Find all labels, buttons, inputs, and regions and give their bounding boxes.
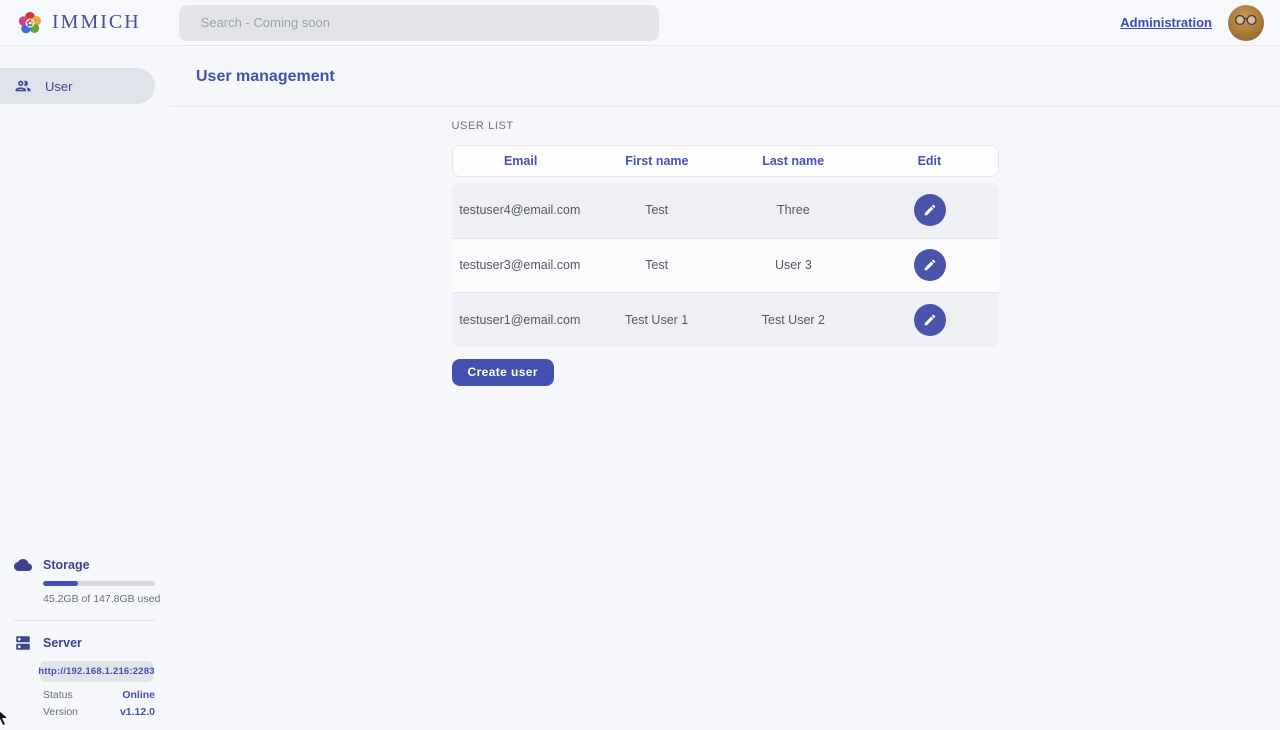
cell-first-name: Test xyxy=(588,203,725,217)
cell-last-name: Test User 2 xyxy=(725,313,862,327)
server-section-header: Server xyxy=(0,634,170,652)
header-right: Administration xyxy=(1120,5,1264,41)
cell-email: testuser3@email.com xyxy=(452,258,589,272)
admin-sidebar: User Storage 45.2GB of 147.8GB used xyxy=(0,46,170,730)
immich-app: IMMICH Administration User xyxy=(0,0,1280,730)
table-row: testuser1@email.com Test User 1 Test Use… xyxy=(452,292,999,347)
main-panel: User management USER LIST Email First na… xyxy=(170,46,1280,730)
version-value: v1.12.0 xyxy=(120,706,155,718)
server-title: Server xyxy=(43,636,82,650)
cloud-icon xyxy=(14,556,32,574)
glasses-icon xyxy=(1233,14,1259,26)
create-user-button[interactable]: Create user xyxy=(452,359,554,386)
pencil-icon xyxy=(923,313,937,327)
cell-first-name: Test xyxy=(588,258,725,272)
sidebar-divider xyxy=(14,620,155,621)
brand: IMMICH xyxy=(16,9,141,37)
page-body: User Storage 45.2GB of 147.8GB used xyxy=(0,46,1280,730)
storage-section-header: Storage xyxy=(0,556,170,574)
status-value: Online xyxy=(122,689,155,701)
edit-user-button[interactable] xyxy=(914,194,946,226)
immich-flower-logo-icon xyxy=(16,9,44,37)
cell-edit xyxy=(862,249,999,281)
cell-edit xyxy=(862,304,999,336)
cell-edit xyxy=(862,194,999,226)
storage-progress-bar xyxy=(43,581,155,586)
user-table-header: Email First name Last name Edit xyxy=(452,145,999,177)
storage-usage-text: 45.2GB of 147.8GB used xyxy=(43,593,170,605)
user-table-body: testuser4@email.com Test Three testuser3… xyxy=(452,183,999,347)
server-status-row: Status Online xyxy=(43,689,155,701)
brand-wordmark: IMMICH xyxy=(52,11,141,34)
server-url-chip: http://192.168.1.216:2283 xyxy=(40,661,153,682)
sidebar-item-label: User xyxy=(45,79,72,94)
storage-title: Storage xyxy=(43,558,90,572)
server-version-row: Version v1.12.0 xyxy=(43,706,155,718)
search-input[interactable] xyxy=(179,5,659,41)
cell-first-name: Test User 1 xyxy=(588,313,725,327)
column-header-last-name: Last name xyxy=(725,154,861,168)
page-title: User management xyxy=(196,68,1280,86)
column-header-first-name: First name xyxy=(589,154,725,168)
user-list-content: USER LIST Email First name Last name Edi… xyxy=(452,107,999,386)
pencil-icon xyxy=(923,203,937,217)
cell-last-name: Three xyxy=(725,203,862,217)
cell-email: testuser1@email.com xyxy=(452,313,589,327)
users-icon xyxy=(14,77,32,95)
administration-link[interactable]: Administration xyxy=(1120,15,1212,30)
cell-email: testuser4@email.com xyxy=(452,203,589,217)
column-header-edit: Edit xyxy=(861,154,997,168)
storage-progress-fill xyxy=(43,581,78,586)
sidebar-bottom: Storage 45.2GB of 147.8GB used Server xyxy=(0,556,170,730)
version-label: Version xyxy=(43,706,78,718)
user-list-label: USER LIST xyxy=(452,120,999,132)
server-icon xyxy=(14,634,32,652)
table-row: testuser3@email.com Test User 3 xyxy=(452,238,999,293)
top-navbar: IMMICH Administration xyxy=(0,0,1280,46)
edit-user-button[interactable] xyxy=(914,249,946,281)
table-row: testuser4@email.com Test Three xyxy=(452,183,999,238)
column-header-email: Email xyxy=(453,154,589,168)
edit-user-button[interactable] xyxy=(914,304,946,336)
cell-last-name: User 3 xyxy=(725,258,862,272)
sidebar-item-user[interactable]: User xyxy=(0,68,155,104)
user-avatar[interactable] xyxy=(1228,5,1264,41)
status-label: Status xyxy=(43,689,73,701)
pencil-icon xyxy=(923,258,937,272)
